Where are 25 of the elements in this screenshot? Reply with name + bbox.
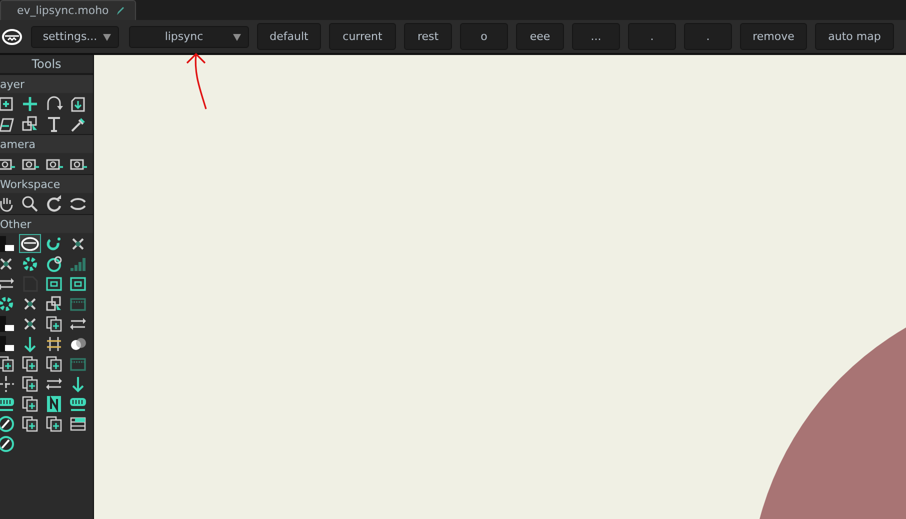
mouth-icon[interactable] — [19, 234, 41, 253]
toolbar-button[interactable]: current — [329, 23, 396, 50]
toolbar-button[interactable]: ... — [572, 23, 620, 50]
pencil-icon — [114, 6, 125, 16]
compass-icon[interactable] — [0, 414, 17, 433]
section-header: Workspace — [0, 174, 93, 193]
toolbar-button[interactable]: remove — [740, 23, 807, 50]
section-header: ayer — [0, 74, 93, 93]
settings-dropdown[interactable]: settings... — [31, 26, 119, 48]
drawing-canvas[interactable] — [94, 55, 906, 519]
section-header: Other — [0, 214, 93, 233]
toolbar-button[interactable]: . — [628, 23, 676, 50]
toolbar-button[interactable]: o — [460, 23, 508, 50]
preset-dropdown[interactable]: lipsync — [129, 26, 249, 48]
crosshair-icon[interactable] — [0, 374, 17, 393]
toolbar-button[interactable]: . — [684, 23, 732, 50]
toolbar-button[interactable]: eee — [516, 23, 564, 50]
document-tab[interactable]: ev_lipsync.moho — [0, 0, 136, 20]
section-header: amera — [0, 134, 93, 153]
compass-icon[interactable] — [0, 434, 17, 453]
toolbar-button[interactable]: auto map — [815, 23, 894, 50]
frame-icon[interactable] — [67, 274, 89, 293]
toolbar-button[interactable]: rest — [404, 23, 452, 50]
frame-icon[interactable] — [43, 274, 65, 293]
toolbar-button[interactable]: default — [257, 23, 321, 50]
